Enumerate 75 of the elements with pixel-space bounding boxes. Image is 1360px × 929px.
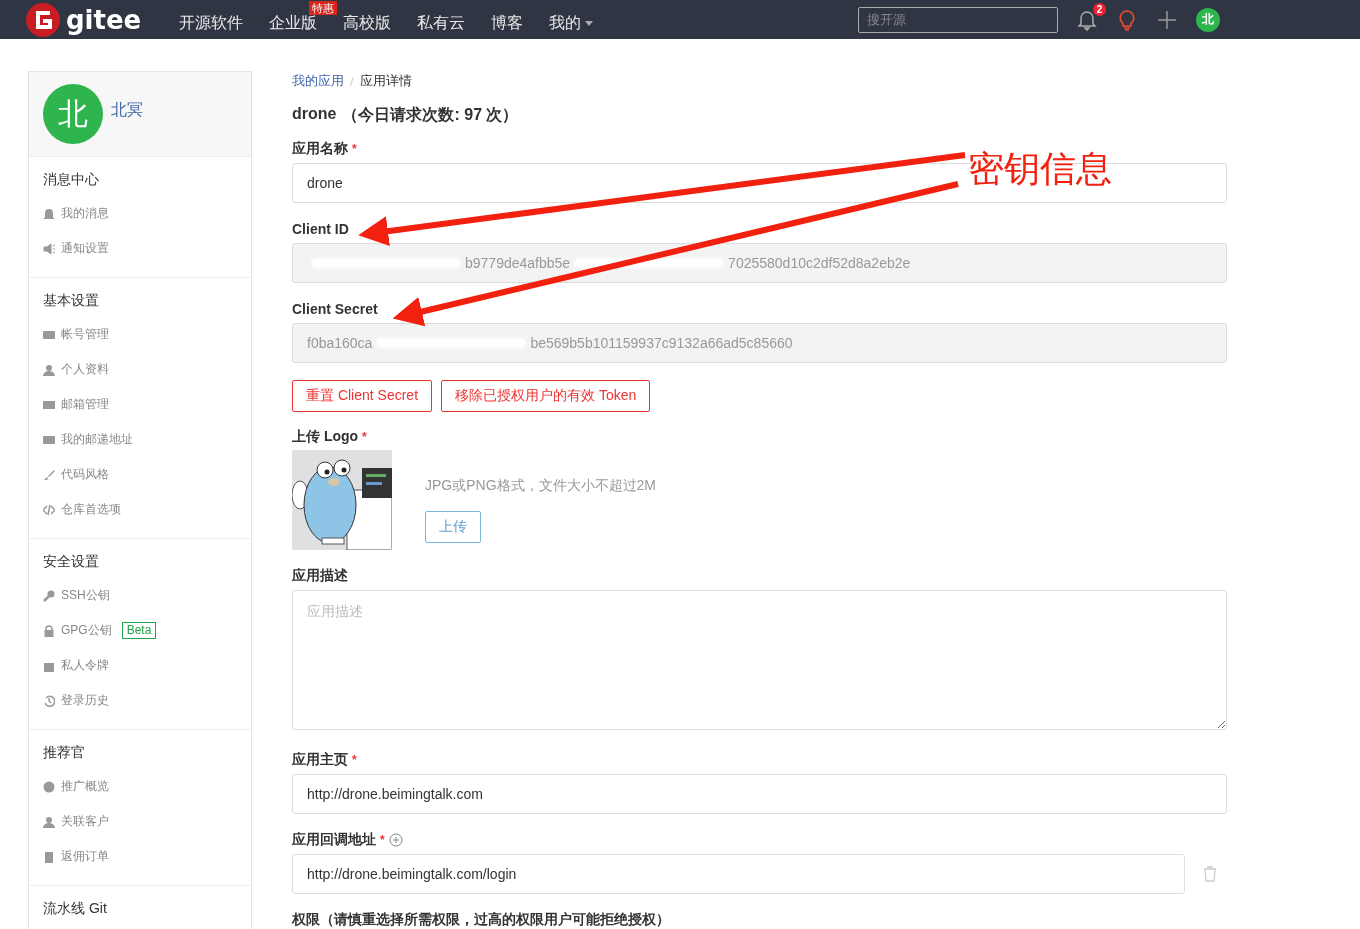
sidebar-item[interactable]: GPG公钥 bbox=[61, 622, 112, 639]
field-label: 应用回调地址 bbox=[292, 831, 376, 849]
plus-icon[interactable] bbox=[1156, 8, 1178, 31]
breadcrumb-separator: / bbox=[350, 73, 354, 89]
logo-icon[interactable] bbox=[26, 2, 60, 37]
nav-link[interactable]: 企业版 bbox=[269, 13, 318, 34]
callback-url-input[interactable]: http://drone.beimingtalk.com/login bbox=[292, 854, 1185, 894]
readonly-field: b9779de4afbb5e 7025580d10c2df52d8a2eb2e bbox=[292, 243, 1227, 283]
breadcrumb-current: 应用详情 bbox=[359, 72, 412, 90]
sidebar-item[interactable]: 登录历史 bbox=[61, 692, 109, 709]
field-label: Client Secret bbox=[292, 301, 378, 317]
nav-link[interactable]: 开源软件 bbox=[179, 13, 244, 34]
field-label: 上传 Logo bbox=[292, 428, 359, 446]
sidebar-item[interactable]: 邮箱管理 bbox=[61, 396, 109, 413]
upload-hint: JPG或PNG格式，文件大小不超过2M bbox=[425, 477, 656, 495]
promo-badge: 特惠 bbox=[309, 1, 338, 15]
sidebar-item[interactable]: 我的邮递地址 bbox=[61, 431, 133, 448]
card-icon bbox=[43, 433, 55, 446]
section-title: 流水线 Git bbox=[42, 899, 108, 918]
notification-count: 2 bbox=[1093, 2, 1106, 16]
brush-icon bbox=[43, 468, 55, 481]
sidebar-item[interactable]: 推广概览 bbox=[61, 778, 109, 795]
readonly-field: f0ba160ca be569b5b101159937c9132a66ad5c85660 bbox=[292, 323, 1227, 363]
breadcrumb-link[interactable]: 我的应用 bbox=[292, 72, 344, 90]
field-label: 应用主页 bbox=[292, 751, 348, 769]
user-icon bbox=[43, 363, 55, 376]
sidebar-item[interactable]: 我的消息 bbox=[61, 205, 109, 222]
user-name[interactable]: 北冥 bbox=[111, 99, 143, 121]
sidebar-item[interactable]: 代码风格 bbox=[61, 466, 109, 483]
sidebar-item[interactable]: 仓库首选项 bbox=[61, 501, 121, 518]
sidebar-item[interactable]: 个人资料 bbox=[61, 361, 109, 378]
history-icon bbox=[43, 694, 55, 707]
section-title: 消息中心 bbox=[42, 170, 100, 189]
required-mark: * bbox=[352, 142, 357, 156]
logo-text[interactable]: gitee bbox=[66, 4, 142, 35]
section-title: 推荐官 bbox=[42, 743, 86, 762]
nav-link[interactable]: 博客 bbox=[491, 13, 524, 34]
required-mark: * bbox=[380, 833, 385, 847]
user-avatar[interactable]: 北 bbox=[43, 84, 103, 144]
sidebar-item[interactable]: 私人令牌 bbox=[61, 657, 109, 674]
speaker-icon bbox=[43, 242, 55, 255]
code-icon bbox=[43, 503, 55, 516]
lock-icon bbox=[43, 624, 55, 637]
nav-link[interactable]: 私有云 bbox=[417, 13, 466, 34]
card-icon bbox=[43, 328, 55, 341]
section-title: 安全设置 bbox=[42, 552, 100, 571]
description-field[interactable]: 应用描述 bbox=[292, 590, 1227, 730]
user-avatar[interactable]: 北 bbox=[1196, 7, 1220, 32]
add-icon[interactable] bbox=[388, 833, 403, 847]
text-input[interactable]: http://drone.beimingtalk.com bbox=[292, 774, 1227, 814]
section-title: 基本设置 bbox=[42, 291, 100, 310]
sidebar-item[interactable]: 关联客户 bbox=[61, 813, 109, 830]
request-count: （今日请求次数: 97 次） bbox=[342, 105, 519, 125]
beta-badge: Beta bbox=[121, 622, 157, 639]
sidebar-item[interactable]: SSH公钥 bbox=[61, 587, 110, 604]
nav-link[interactable]: 高校版 bbox=[343, 13, 392, 34]
sidebar-item[interactable]: 返佣订单 bbox=[61, 848, 109, 865]
required-mark: * bbox=[362, 430, 367, 444]
search-field[interactable]: 搜开源 bbox=[858, 6, 1058, 33]
upload-button[interactable]: 上传 bbox=[425, 511, 481, 543]
app-name: drone bbox=[292, 105, 337, 124]
key-icon bbox=[43, 589, 55, 602]
field-label: 应用描述 bbox=[292, 567, 348, 585]
outline-button[interactable]: 重置 Client Secret bbox=[292, 380, 433, 412]
sidebar-item[interactable]: 帐号管理 bbox=[61, 326, 109, 343]
required-mark: * bbox=[352, 753, 357, 767]
user-icon bbox=[43, 815, 55, 828]
bell-icon[interactable] bbox=[1076, 8, 1098, 31]
sidebar-item[interactable]: 通知设置 bbox=[61, 240, 109, 257]
bell-icon bbox=[43, 207, 55, 220]
field-label: 应用名称 bbox=[292, 140, 348, 158]
field-label: Client ID bbox=[292, 221, 349, 237]
field-label: 权限（请慎重选择所需权限，过高的权限用户可能拒绝授权） bbox=[292, 911, 670, 929]
nav-link[interactable]: 我的 bbox=[549, 13, 594, 34]
outline-button[interactable]: 移除已授权用户的有效 Token bbox=[441, 380, 651, 412]
